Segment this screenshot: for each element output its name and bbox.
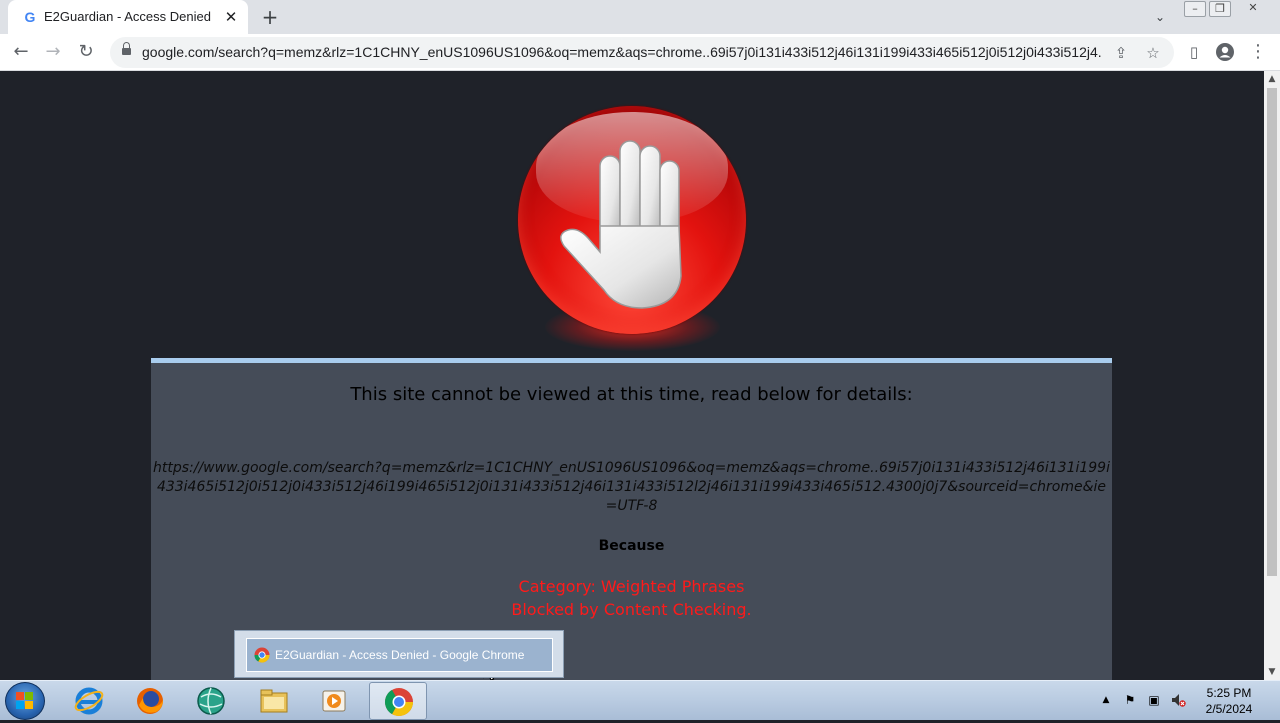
browser-menu-icon[interactable]: ⋮ (1245, 40, 1271, 64)
share-icon[interactable]: ⇪ (1110, 42, 1132, 64)
reload-icon[interactable]: ↻ (73, 40, 99, 64)
tab-search-chevron-icon[interactable]: ⌄ (1150, 8, 1170, 26)
because-label: Because (598, 538, 665, 554)
new-tab-button[interactable]: + (258, 6, 282, 28)
bookmark-star-icon[interactable]: ☆ (1142, 42, 1164, 64)
taskbar-thumbnail-label: E2Guardian - Access Denied - Google Chro… (275, 648, 525, 662)
blocked-url: https://www.google.com/search?q=memz&rlz… (153, 460, 1110, 514)
lock-icon[interactable] (122, 42, 131, 58)
media-player-icon (322, 690, 346, 712)
back-arrow-icon[interactable]: ← (8, 40, 34, 64)
scrollbar-thumb[interactable] (1267, 88, 1277, 576)
chrome-icon (254, 647, 270, 663)
system-clock[interactable]: 5:25 PM 2/5/2024 (1196, 685, 1262, 717)
scroll-up-arrow-icon[interactable]: ▲ (1264, 71, 1280, 87)
page-content: This site cannot be viewed at this time,… (0, 71, 1264, 680)
network-globe-icon (197, 687, 225, 715)
volume-muted-icon[interactable] (1170, 692, 1186, 708)
clock-time: 5:25 PM (1206, 686, 1252, 700)
side-panel-icon[interactable]: ▯ (1181, 40, 1207, 64)
address-bar[interactable]: google.com/search?q=memz&rlz=1C1CHNY_enU… (110, 37, 1174, 68)
browser-toolbar: ← → ↻ google.com/search?q=memz&rlz=1C1CH… (0, 34, 1280, 71)
firefox-icon (137, 688, 163, 714)
action-center-flag-icon[interactable]: ⚑ (1122, 692, 1138, 708)
start-button[interactable] (5, 682, 45, 720)
tab-close-icon[interactable]: ✕ (222, 8, 240, 26)
taskbar-media-player[interactable] (306, 682, 364, 720)
taskbar-firefox[interactable] (121, 682, 179, 720)
internet-explorer-icon (74, 687, 104, 715)
taskbar-thumbnail-item[interactable]: E2Guardian - Access Denied - Google Chro… (246, 638, 553, 672)
taskbar-internet-explorer[interactable] (60, 682, 118, 720)
taskbar-file-explorer[interactable] (245, 682, 303, 720)
restore-button[interactable]: ❐ (1209, 1, 1231, 17)
close-window-button[interactable]: ✕ (1242, 1, 1264, 17)
browser-tab[interactable]: G E2Guardian - Access Denied ✕ (8, 0, 248, 34)
network-icon[interactable]: ▣ (1146, 692, 1162, 708)
taskbar-chrome[interactable] (369, 682, 427, 720)
file-explorer-icon (260, 689, 288, 713)
minimize-button[interactable]: – (1184, 1, 1206, 17)
chrome-icon (385, 688, 413, 716)
clock-date: 2/5/2024 (1205, 702, 1253, 716)
tab-title: E2Guardian - Access Denied (44, 9, 211, 24)
address-url[interactable]: google.com/search?q=memz&rlz=1C1CHNY_enU… (142, 44, 1102, 61)
stop-hand-icon (518, 106, 746, 334)
block-reason: Blocked by Content Checking. (511, 600, 752, 619)
block-category: Category: Weighted Phrases (518, 577, 745, 596)
vertical-scrollbar[interactable]: ▲ ▼ (1264, 71, 1280, 680)
page-title: This site cannot be viewed at this time,… (350, 384, 913, 405)
profile-avatar-icon[interactable] (1212, 40, 1238, 64)
google-favicon-icon: G (24, 9, 36, 25)
taskbar-network-app[interactable] (182, 682, 240, 720)
forward-arrow-icon[interactable]: → (40, 40, 66, 64)
show-hidden-icons-arrow[interactable]: ▲ (1098, 692, 1114, 708)
scroll-down-arrow-icon[interactable]: ▼ (1264, 664, 1280, 680)
taskbar-thumbnail-popup: E2Guardian - Access Denied - Google Chro… (234, 630, 564, 678)
tab-strip: G E2Guardian - Access Denied ✕ + ⌄ – ❐ ✕ (0, 0, 1280, 34)
windows-taskbar: ▲ ⚑ ▣ 5:25 PM 2/5/2024 (0, 680, 1280, 720)
windows-logo-icon (16, 692, 33, 709)
